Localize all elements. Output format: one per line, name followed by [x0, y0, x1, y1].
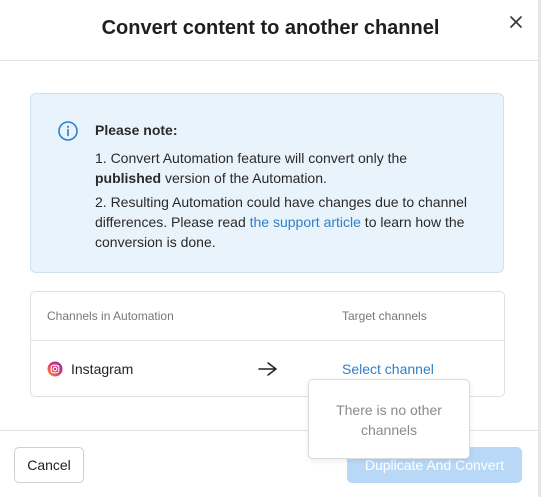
- dialog-header: Convert content to another channel: [0, 0, 541, 61]
- row-divider: [31, 340, 504, 341]
- note-point-2: 2. Resulting Automation could have chang…: [95, 192, 475, 252]
- column-header-target: Target channels: [342, 309, 427, 323]
- note-point-1-suffix: version of the Automation.: [161, 170, 327, 186]
- note-point-1-prefix: 1. Convert Automation feature will conve…: [95, 150, 408, 166]
- note-text: Please note: 1. Convert Automation featu…: [95, 120, 475, 256]
- column-header-channels: Channels in Automation: [47, 309, 174, 323]
- note-point-1-bold: published: [95, 170, 162, 186]
- empty-state-text: There is no other channels: [336, 402, 442, 438]
- channel-name: Instagram: [71, 361, 134, 377]
- arrow-right-icon: [257, 359, 279, 379]
- convert-dialog: Convert content to another channel Pleas…: [0, 0, 541, 497]
- select-channel-dropdown[interactable]: Select channel: [342, 361, 434, 377]
- close-icon[interactable]: [507, 13, 525, 31]
- info-icon: [57, 120, 79, 142]
- note-title: Please note:: [95, 122, 178, 138]
- channel-dropdown-menu: There is no other channels: [308, 379, 470, 459]
- info-note: Please note: 1. Convert Automation featu…: [30, 93, 504, 273]
- instagram-icon: [47, 361, 63, 377]
- dialog-title: Convert content to another channel: [101, 17, 440, 39]
- cancel-button[interactable]: Cancel: [14, 447, 84, 483]
- support-article-link[interactable]: the support article: [250, 214, 361, 230]
- note-point-1: 1. Convert Automation feature will conve…: [95, 148, 475, 188]
